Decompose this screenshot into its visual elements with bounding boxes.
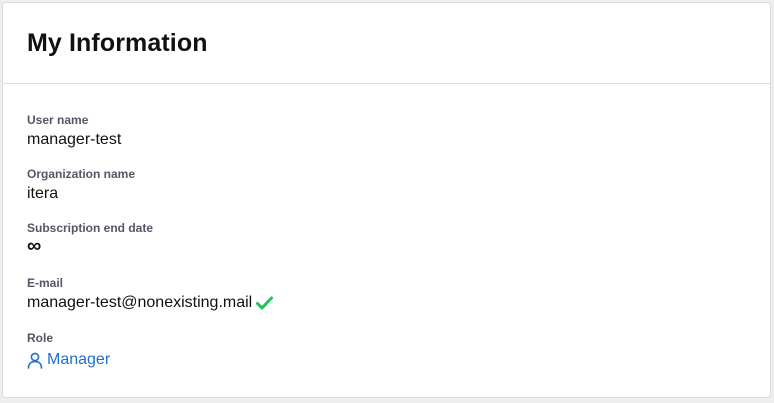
email-value: manager-test@nonexisting.mail bbox=[27, 294, 253, 311]
email-label: E-mail bbox=[27, 276, 64, 290]
username-field: User name manager-test bbox=[27, 113, 121, 149]
card-header: My Information bbox=[3, 3, 770, 84]
subscription-value: ∞ bbox=[27, 235, 153, 257]
role-link[interactable]: Manager bbox=[27, 351, 110, 369]
checkmark-icon bbox=[256, 296, 274, 310]
username-label: User name bbox=[27, 113, 89, 127]
my-information-card: My Information User name manager-test Or… bbox=[2, 2, 771, 398]
username-value: manager-test bbox=[27, 131, 122, 148]
organization-value: itera bbox=[27, 185, 59, 202]
email-field: E-mail manager-test@nonexisting.mail bbox=[27, 276, 274, 312]
role-field: Role Manager bbox=[27, 331, 110, 374]
email-value-row: manager-test@nonexisting.mail bbox=[27, 293, 274, 312]
page-title: My Information bbox=[27, 28, 208, 57]
role-label: Role bbox=[27, 331, 54, 345]
subscription-label: Subscription end date bbox=[27, 221, 154, 235]
organization-label: Organization name bbox=[27, 167, 136, 181]
subscription-field: Subscription end date ∞ bbox=[27, 221, 154, 257]
infinity-value: ∞ bbox=[27, 235, 42, 257]
role-value: Manager bbox=[47, 351, 111, 368]
organization-field: Organization name itera bbox=[27, 167, 135, 203]
user-icon bbox=[27, 352, 43, 369]
